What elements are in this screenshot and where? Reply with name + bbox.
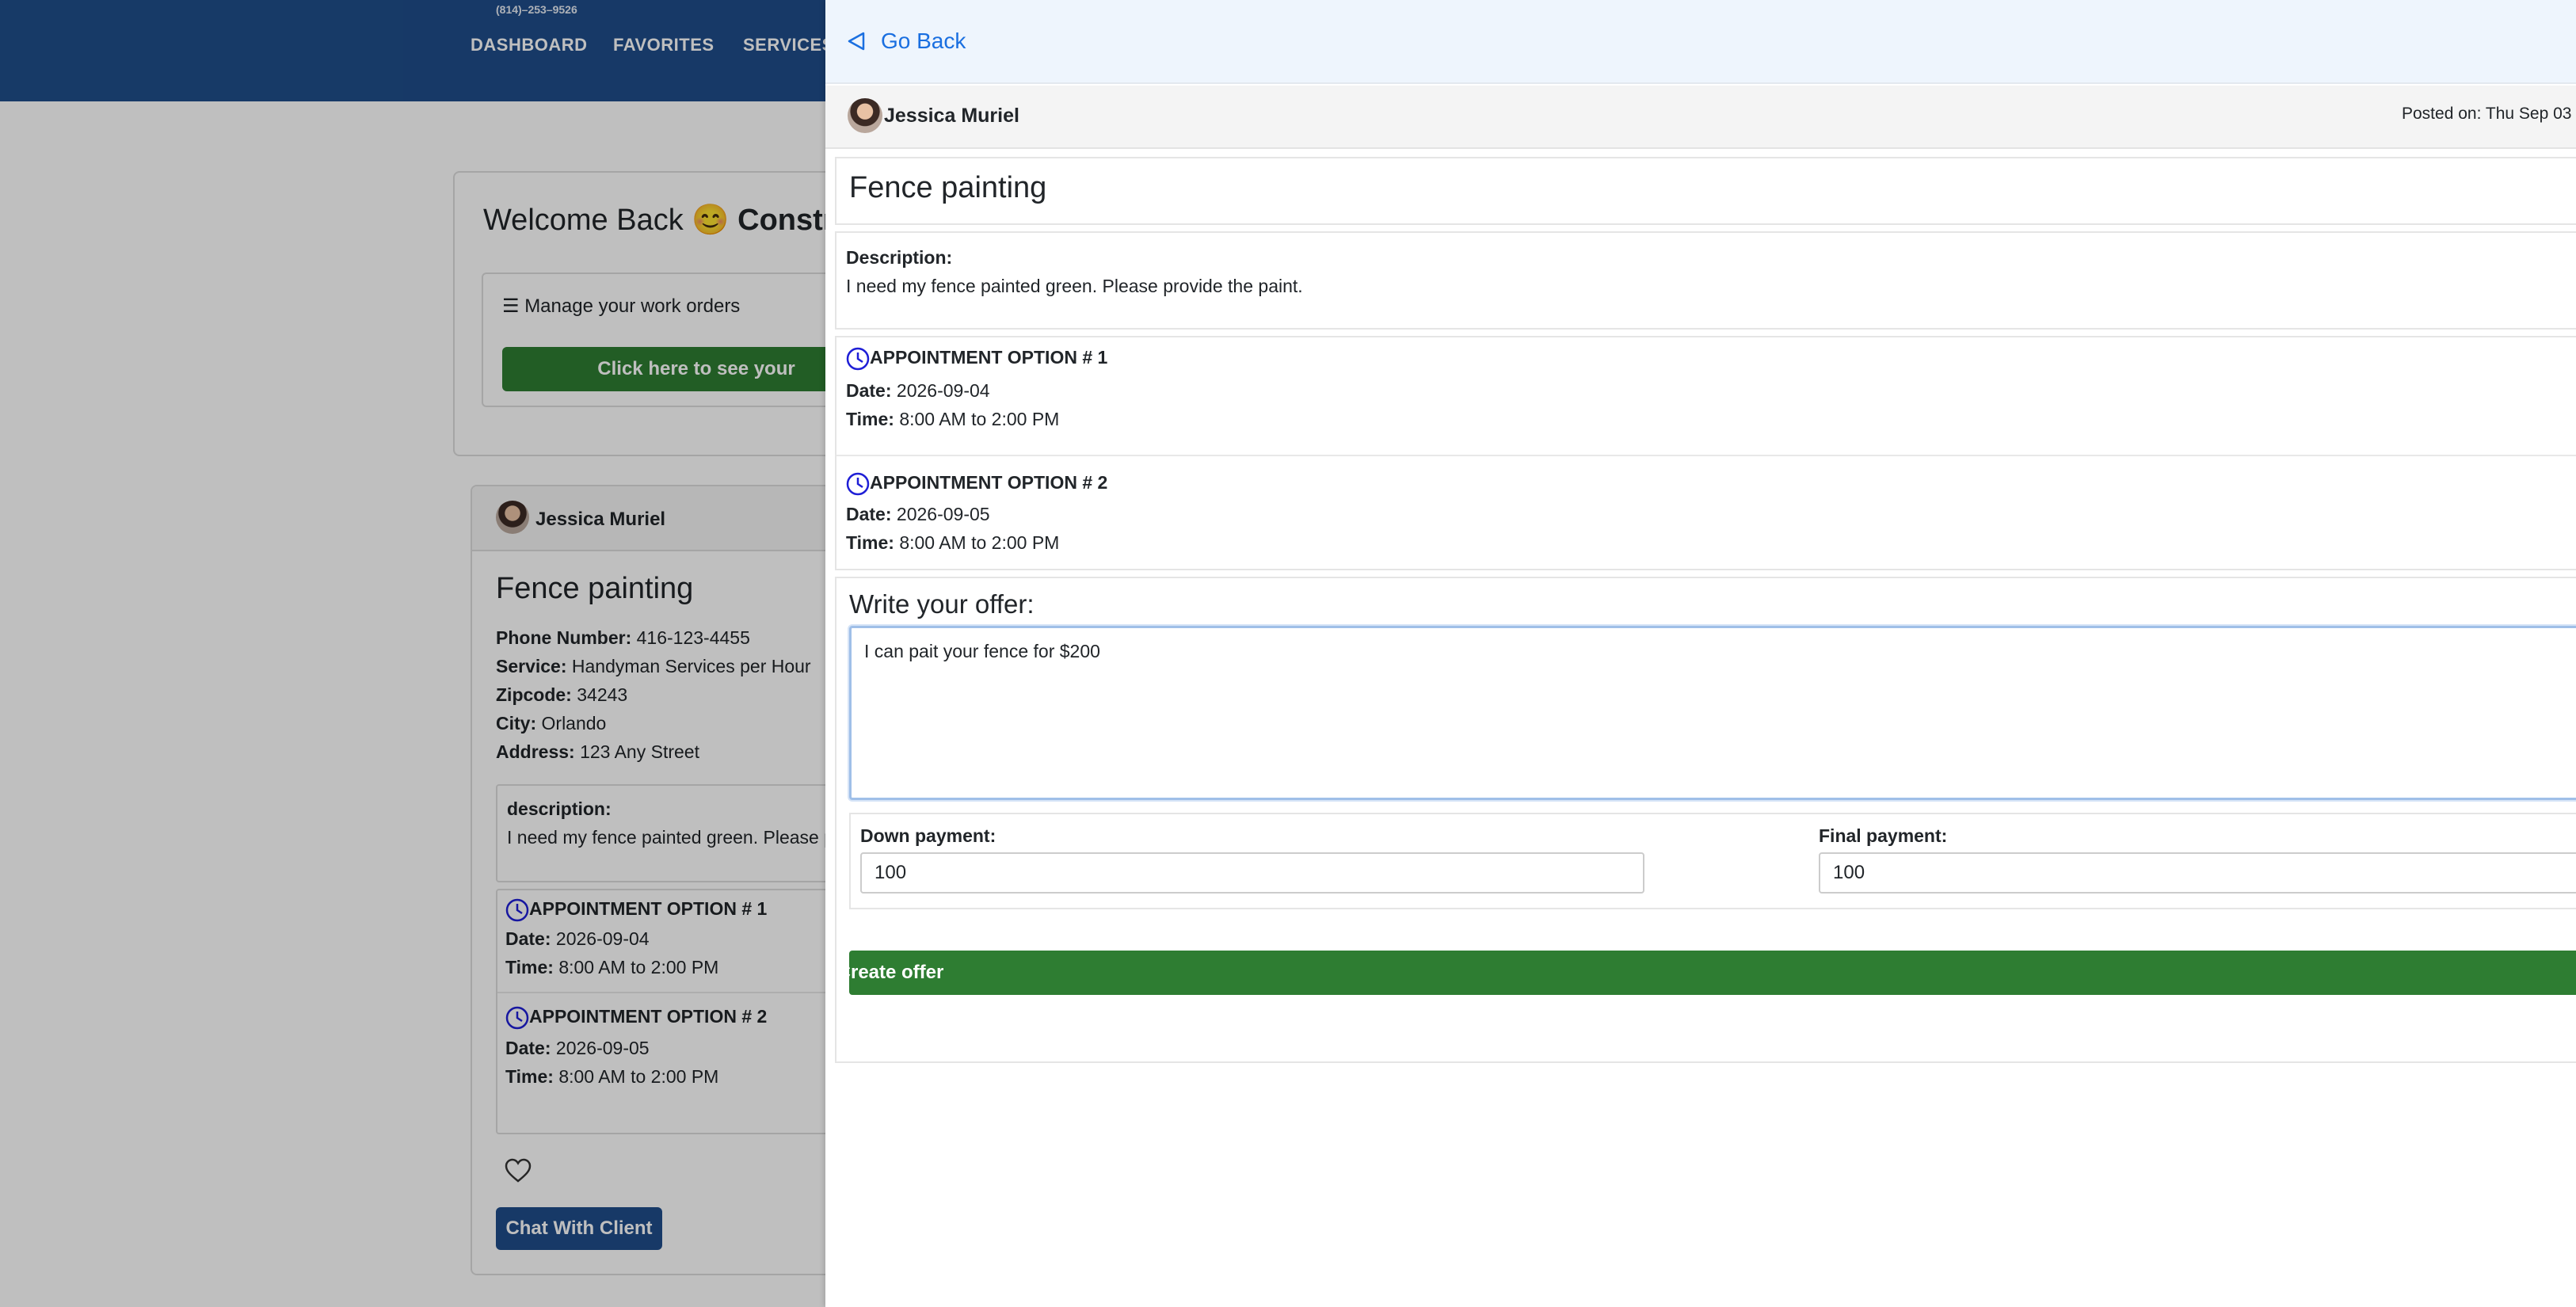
offer-textarea[interactable]: I can pait your fence for $200 xyxy=(849,626,2576,800)
offer-side-panel: Go Back Jessica Muriel Posted on: Thu Se… xyxy=(825,0,2576,1307)
poster-name: Jessica Muriel xyxy=(884,105,1019,127)
final-payment-input[interactable] xyxy=(1819,852,2576,894)
create-offer-button[interactable]: Create offer xyxy=(837,951,2576,995)
appointment-2-title: APPOINTMENT OPTION # 2 xyxy=(846,472,1107,496)
appointments-section: APPOINTMENT OPTION # 1 Date: 2026-09-04 … xyxy=(835,336,2576,570)
offer-label: Write your offer: xyxy=(849,589,1035,619)
down-payment-label: Down payment: xyxy=(860,825,996,846)
panel-header: Go Back xyxy=(825,0,2576,84)
poster-row: Jessica Muriel Posted on: Thu Sep 03 2 xyxy=(825,86,2576,149)
down-payment-input[interactable] xyxy=(860,852,1644,894)
appointment-1-time: Time: 8:00 AM to 2:00 PM xyxy=(846,409,1060,429)
appointment-1-date: Date: 2026-09-04 xyxy=(846,380,990,401)
go-back-link[interactable]: Go Back xyxy=(846,29,966,54)
go-back-label: Go Back xyxy=(881,29,966,53)
appointment-2-date: Date: 2026-09-05 xyxy=(846,504,990,524)
poster-avatar xyxy=(848,98,882,133)
description-label: Description: xyxy=(846,247,953,268)
divider xyxy=(836,455,2576,456)
panel-job-title: Fence painting xyxy=(849,171,1047,204)
offer-section: Write your offer: I can pait your fence … xyxy=(835,577,2576,1063)
payment-box: Down payment: Final payment: xyxy=(849,813,2576,909)
clock-icon xyxy=(846,472,870,496)
appointment-1-title: APPOINTMENT OPTION # 1 xyxy=(846,347,1107,371)
description-text: I need my fence painted green. Please pr… xyxy=(846,276,1303,296)
final-payment-label: Final payment: xyxy=(1819,825,1948,846)
back-triangle-icon xyxy=(848,32,865,51)
create-offer-label: Create offer xyxy=(836,962,944,983)
job-title-section: Fence painting xyxy=(835,157,2576,225)
posted-on-date: Posted on: Thu Sep 03 2 xyxy=(2402,105,2576,123)
description-section: Description: I need my fence painted gre… xyxy=(835,231,2576,330)
appointment-2-time: Time: 8:00 AM to 2:00 PM xyxy=(846,532,1060,553)
clock-icon xyxy=(846,347,870,371)
